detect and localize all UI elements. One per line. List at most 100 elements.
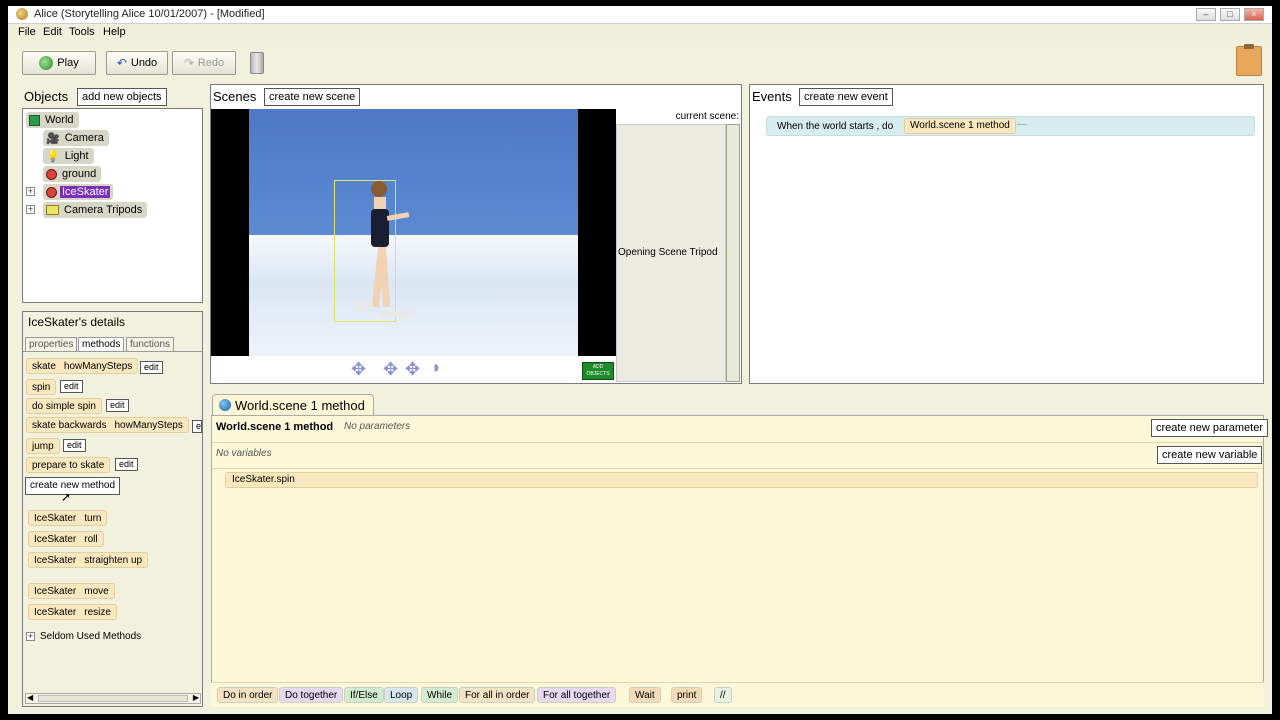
control-loop[interactable]: Loop xyxy=(384,687,419,703)
create-new-method-button[interactable]: create new method xyxy=(25,477,121,495)
close-button[interactable]: × xyxy=(1244,8,1264,21)
camera-tilt-icon[interactable]: ◗ xyxy=(431,357,442,378)
alice-app-icon xyxy=(16,8,28,20)
create-new-parameter-button[interactable]: create new parameter xyxy=(1151,419,1268,437)
details-horizontal-scrollbar[interactable]: ◀ ▶ xyxy=(25,693,201,704)
events-header: Events xyxy=(752,89,792,104)
edit-spin-button[interactable]: edit xyxy=(60,380,83,393)
control-for-all-together[interactable]: For all together xyxy=(537,687,617,703)
scroll-right-icon[interactable]: ▶ xyxy=(193,693,199,702)
scene-sky xyxy=(249,109,578,235)
tree-item-camera[interactable]: 🎥 Camera xyxy=(43,130,109,146)
create-new-event-button[interactable]: create new event xyxy=(799,88,893,106)
add-new-objects-button[interactable]: add new objects xyxy=(77,88,167,106)
window-title: Alice (Storytelling Alice 10/01/2007) - … xyxy=(34,8,265,20)
tree-item-world[interactable]: World xyxy=(26,112,79,128)
add-objects-button[interactable]: ADD OBJECTS xyxy=(582,362,614,380)
current-scene-value[interactable]: Opening Scene Tripod xyxy=(618,247,718,258)
create-new-scene-button[interactable]: create new scene xyxy=(264,88,361,106)
tab-methods[interactable]: methods xyxy=(78,337,125,351)
method-tile-jump[interactable]: jump xyxy=(26,438,60,454)
edit-skate-backwards-button[interactable]: e xyxy=(192,420,202,433)
tree-item-iceskater[interactable]: IceSkater xyxy=(43,184,114,200)
control-do-together[interactable]: Do together xyxy=(279,687,344,703)
method-tile-do-simple-spin[interactable]: do simple spin xyxy=(26,398,102,414)
control-if-else[interactable]: If/Else xyxy=(344,687,384,703)
details-header: IceSkater's details xyxy=(28,315,126,329)
control-while[interactable]: While xyxy=(421,687,459,703)
scroll-thumb[interactable] xyxy=(38,695,188,702)
menu-file[interactable]: File xyxy=(18,26,36,38)
redo-arrow-icon: ↷ xyxy=(183,56,194,70)
object-tree-panel: World 🎥 Camera 💡 Light ground + IceSkate… xyxy=(22,108,203,303)
clipboard-icon[interactable] xyxy=(1236,44,1262,76)
event-method-tile[interactable]: World.scene 1 method xyxy=(904,118,1016,134)
seldom-used-methods-label[interactable]: Seldom Used Methods xyxy=(40,631,141,642)
create-new-variable-button[interactable]: create new variable xyxy=(1157,446,1263,464)
camera-pan-alt-icon[interactable]: ✥ xyxy=(405,359,420,380)
event-block[interactable]: When the world starts , do World.scene 1… xyxy=(766,116,1255,136)
edit-jump-button[interactable]: edit xyxy=(63,439,86,452)
ground-object-icon xyxy=(46,168,57,180)
iceskater-head xyxy=(371,181,387,197)
lightbulb-icon: 💡 xyxy=(46,150,60,163)
edit-skate-button[interactable]: edit xyxy=(140,361,163,374)
world-icon xyxy=(29,114,40,126)
expand-iceskater-icon[interactable]: + xyxy=(26,187,35,196)
menu-help[interactable]: Help xyxy=(103,26,126,38)
play-button[interactable]: Play xyxy=(22,51,96,75)
method-editor-tab[interactable]: World.scene 1 method xyxy=(212,394,374,416)
details-panel: IceSkater's details properties methods f… xyxy=(22,311,203,707)
control-print[interactable]: print xyxy=(671,687,703,703)
camera-move-icon[interactable]: ✥ xyxy=(351,359,366,380)
mouse-cursor-icon: ➚ xyxy=(61,490,72,504)
statement-iceskater-spin[interactable]: IceSkater.spin xyxy=(225,472,1258,488)
tree-item-light[interactable]: 💡 Light xyxy=(43,148,94,164)
expand-seldom-used-icon[interactable]: + xyxy=(26,632,35,641)
undo-arrow-icon: ↶ xyxy=(116,56,127,70)
event-trigger-text: When the world starts , do xyxy=(777,121,894,132)
scene-scrollbar[interactable] xyxy=(726,124,740,382)
window-title-bar: Alice (Storytelling Alice 10/01/2007) - … xyxy=(8,6,1272,24)
menu-edit[interactable]: Edit xyxy=(43,26,62,38)
control-do-in-order[interactable]: Do in order xyxy=(217,687,279,703)
trash-icon[interactable] xyxy=(250,52,264,74)
control-wait[interactable]: Wait xyxy=(629,687,661,703)
scenes-header: Scenes xyxy=(213,89,257,104)
maximize-button[interactable]: □ xyxy=(1220,8,1240,21)
expand-camera-tripods-icon[interactable]: + xyxy=(26,205,35,214)
builtin-tile-turn[interactable]: IceSkater turn xyxy=(28,510,108,526)
tab-functions[interactable]: functions xyxy=(126,337,175,351)
scroll-left-icon[interactable]: ◀ xyxy=(27,693,33,702)
scene-ice xyxy=(249,235,578,356)
method-tile-prepare-to-skate[interactable]: prepare to skate xyxy=(26,457,111,473)
event-method-dropdown-icon[interactable]: — xyxy=(1017,119,1027,130)
main-area: Play ↶ Undo ↷ Redo Objects add new objec… xyxy=(8,42,1272,714)
method-tile-skate-backwards[interactable]: skate backwards howManySteps xyxy=(26,417,189,433)
current-scene-label: current scene: xyxy=(675,111,739,122)
method-editor-tab-label: World.scene 1 method xyxy=(235,398,365,413)
play-icon xyxy=(39,56,54,70)
tab-properties[interactable]: properties xyxy=(25,337,78,351)
control-comment[interactable]: // xyxy=(714,687,732,703)
camera-pan-icon[interactable]: ✥ xyxy=(383,359,398,380)
iceskater-neck xyxy=(374,197,386,209)
method-tile-spin[interactable]: spin xyxy=(26,379,57,395)
minimize-button[interactable]: – xyxy=(1196,8,1216,21)
builtin-tile-move[interactable]: IceSkater move xyxy=(28,583,115,599)
tree-item-ground[interactable]: ground xyxy=(43,166,102,182)
scene-viewport[interactable] xyxy=(211,109,616,356)
builtin-tile-straighten-up[interactable]: IceSkater straighten up xyxy=(28,552,149,568)
edit-do-simple-spin-button[interactable]: edit xyxy=(106,399,129,412)
builtin-tile-resize[interactable]: IceSkater resize xyxy=(28,604,117,620)
edit-prepare-to-skate-button[interactable]: edit xyxy=(115,458,138,471)
folder-icon xyxy=(46,205,59,215)
undo-button[interactable]: ↶ Undo xyxy=(106,51,168,75)
iceskater-object-icon xyxy=(46,186,57,198)
method-tile-skate[interactable]: skate howManySteps xyxy=(26,358,139,374)
tree-item-camera-tripods[interactable]: Camera Tripods xyxy=(43,202,148,218)
control-for-all-in-order[interactable]: For all in order xyxy=(459,687,536,703)
redo-button[interactable]: ↷ Redo xyxy=(172,51,236,75)
menu-tools[interactable]: Tools xyxy=(69,26,95,38)
builtin-tile-roll[interactable]: IceSkater roll xyxy=(28,531,104,547)
